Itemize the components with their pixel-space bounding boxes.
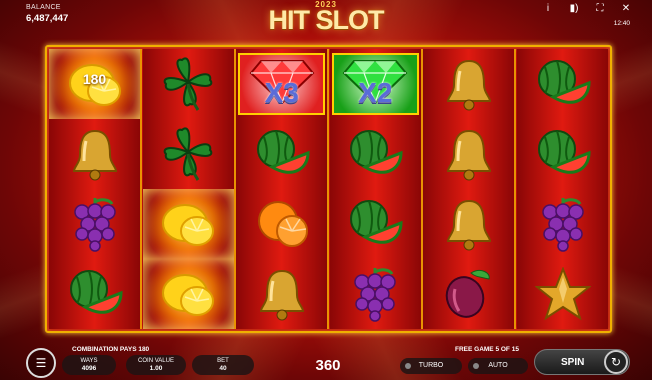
combination-text: COMBINATION PAYS 180 (72, 346, 150, 353)
win-value: 180 (82, 71, 107, 87)
multiplier-value: X2 (358, 77, 393, 108)
reel-2 (142, 49, 234, 329)
symbol-bell (423, 189, 514, 259)
coin-value-label: COIN VALUE (138, 358, 174, 364)
info-icon[interactable]: i (542, 3, 554, 14)
reel-frame: 180 X3 X2 (45, 45, 612, 333)
fullscreen-icon[interactable]: ⛶ (594, 3, 606, 14)
reel-3: X3 (236, 49, 328, 329)
symbol-watermelon (330, 119, 421, 189)
symbol-star (517, 259, 608, 329)
reel-5 (423, 49, 515, 329)
bet-value: 40 (219, 365, 227, 372)
ways-value: 4096 (81, 365, 97, 372)
symbol-diamond-red: X3 (236, 49, 327, 119)
symbol-watermelon (330, 189, 421, 259)
symbol-clover (143, 49, 234, 119)
coin-value: 1.00 (149, 365, 163, 372)
spin-label: SPIN (561, 357, 585, 368)
free-game-text: FREE GAME 5 OF 15 (455, 346, 519, 353)
multiplier-box: X3 (238, 53, 326, 115)
symbol-grapes (49, 189, 140, 259)
clock: 12:40 (613, 20, 630, 27)
symbol-watermelon (517, 119, 608, 189)
symbol-lemon (142, 189, 234, 259)
auto-label: AUTO (488, 362, 508, 369)
turbo-toggle[interactable]: TURBO (400, 358, 462, 374)
volume-icon[interactable]: ▮) (568, 3, 580, 14)
reel-4: X2 (329, 49, 421, 329)
symbol-lemon: 180 (49, 49, 140, 119)
spin-icon: ↻ (604, 350, 628, 374)
menu-button[interactable]: ☰ (26, 348, 56, 378)
symbol-watermelon (517, 49, 608, 119)
turbo-label: TURBO (418, 362, 444, 369)
multiplier-value: X3 (264, 77, 299, 108)
symbol-grapes (517, 189, 608, 259)
auto-toggle[interactable]: AUTO (468, 358, 528, 374)
symbol-plum (423, 259, 514, 329)
coin-value-box[interactable]: COIN VALUE 1.00 (126, 355, 186, 375)
close-icon[interactable]: ✕ (620, 3, 632, 14)
symbol-bell (236, 259, 327, 329)
top-icons: i ▮) ⛶ ✕ (542, 3, 632, 14)
symbol-clover (143, 119, 234, 189)
total-win: 360 (315, 357, 341, 374)
bet-label: BET (217, 358, 229, 364)
menu-icon: ☰ (35, 356, 47, 370)
multiplier-box: X2 (331, 53, 419, 115)
auto-indicator (473, 363, 479, 369)
symbol-bell (423, 119, 514, 189)
bet-box[interactable]: BET 40 (192, 355, 254, 375)
turbo-indicator (405, 363, 411, 369)
symbol-diamond-green: X2 (330, 49, 421, 119)
symbol-bell (49, 119, 140, 189)
reel-6 (517, 49, 608, 329)
ways-box: WAYS 4096 (62, 355, 116, 375)
symbol-bell (423, 49, 514, 119)
symbol-lemon (142, 259, 234, 329)
symbol-grapes (330, 259, 421, 329)
symbol-orange (236, 189, 327, 259)
ways-label: WAYS (80, 358, 98, 364)
spin-button[interactable]: SPIN ↻ (534, 349, 630, 375)
symbol-watermelon (49, 259, 140, 329)
symbol-watermelon (236, 119, 327, 189)
reel-1: 180 (49, 49, 140, 329)
